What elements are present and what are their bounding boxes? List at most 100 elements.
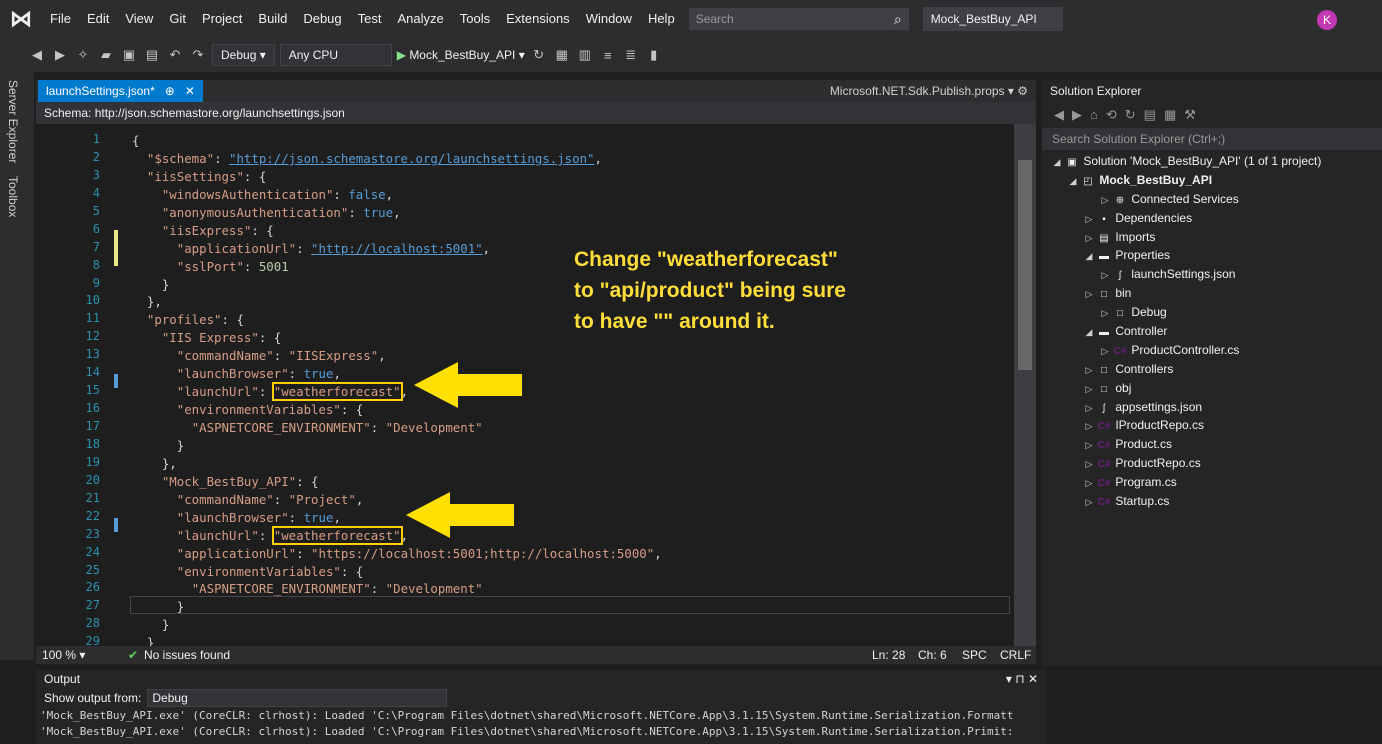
tab-launchsettings[interactable]: launchSettings.json* ⊕ ✕ bbox=[38, 80, 203, 102]
refresh-icon[interactable]: ↻ bbox=[1125, 102, 1136, 128]
solution-tree-item[interactable]: ▷ C# IProductRepo.cs bbox=[1042, 416, 1382, 435]
expander-icon[interactable]: ▷ bbox=[1082, 285, 1096, 304]
panel-controls-icon[interactable]: ▾ ⊓ ✕ bbox=[1006, 670, 1038, 688]
solution-tree-item[interactable]: ▷ C# Startup.cs bbox=[1042, 492, 1382, 511]
solution-tree-item[interactable]: ▷ ∫ appsettings.json bbox=[1042, 398, 1382, 417]
run-button[interactable]: ▶ Mock_BestBuy_API ▾ bbox=[397, 48, 525, 62]
line-number: 13 bbox=[85, 347, 100, 362]
vertical-scrollbar[interactable] bbox=[1014, 124, 1036, 646]
expander-icon[interactable]: ▷ bbox=[1082, 493, 1096, 512]
solution-tree-item[interactable]: ▷ C# Product.cs bbox=[1042, 435, 1382, 454]
menu-build[interactable]: Build bbox=[250, 0, 295, 38]
expander-icon[interactable]: ◢ bbox=[1050, 153, 1064, 172]
collapse-icon[interactable]: ▤ bbox=[1144, 102, 1156, 128]
back-icon[interactable]: ◀ bbox=[28, 47, 46, 63]
line-number: 21 bbox=[85, 490, 100, 505]
toolbar-icon-b[interactable]: ▥ bbox=[576, 47, 594, 63]
platform-select[interactable]: Any CPU bbox=[279, 44, 392, 66]
server-explorer-tab[interactable]: Server Explorer bbox=[6, 80, 20, 163]
code-line: "launchBrowser": true, bbox=[176, 366, 341, 382]
code-editor[interactable]: 1 2 3 4 5 6 7 8 9 10 11 12 13 14 15 16 1… bbox=[36, 124, 1036, 646]
menu-window[interactable]: Window bbox=[578, 0, 640, 38]
expander-icon[interactable]: ▷ bbox=[1082, 455, 1096, 474]
menu-help[interactable]: Help bbox=[640, 0, 683, 38]
output-source-select[interactable]: Debug bbox=[147, 689, 448, 707]
menu-edit[interactable]: Edit bbox=[79, 0, 117, 38]
expander-icon[interactable]: ◢ bbox=[1066, 172, 1080, 191]
menu-test[interactable]: Test bbox=[350, 0, 390, 38]
expander-icon[interactable]: ◢ bbox=[1082, 247, 1096, 266]
toolbar-icon-d[interactable]: ≣ bbox=[622, 47, 640, 63]
solution-tree-item[interactable]: ▷ C# ProductRepo.cs bbox=[1042, 454, 1382, 473]
menu-analyze[interactable]: Analyze bbox=[389, 0, 451, 38]
expander-icon[interactable]: ▷ bbox=[1082, 417, 1096, 436]
expander-icon[interactable]: ▷ bbox=[1082, 474, 1096, 493]
menu-debug[interactable]: Debug bbox=[295, 0, 349, 38]
solution-tree-item[interactable]: ▷ C# Program.cs bbox=[1042, 473, 1382, 492]
zoom-level[interactable]: 100 % ▾ bbox=[42, 646, 85, 664]
solution-tree-item[interactable]: ▷ □ bin bbox=[1042, 284, 1382, 303]
expander-icon[interactable]: ▷ bbox=[1098, 266, 1112, 285]
sync-icon[interactable]: ⟲ bbox=[1106, 102, 1117, 128]
expander-icon[interactable]: ▷ bbox=[1082, 229, 1096, 248]
search-box[interactable]: Search ⌕ bbox=[688, 8, 909, 30]
open-folder-icon[interactable]: ▰ bbox=[97, 47, 115, 63]
save-all-icon[interactable]: ▤ bbox=[143, 47, 161, 63]
configuration-select[interactable]: Debug ▾ bbox=[212, 44, 275, 66]
hot-reload-icon[interactable]: ↻ bbox=[530, 47, 548, 63]
solution-tree-item[interactable]: ◢ ▬ Controller bbox=[1042, 322, 1382, 341]
menu-file[interactable]: File bbox=[42, 0, 79, 38]
solution-tree-item[interactable]: ◢ ▣ Solution 'Mock_BestBuy_API' (1 of 1 p… bbox=[1042, 152, 1382, 171]
menu-view[interactable]: View bbox=[117, 0, 161, 38]
close-icon[interactable]: ✕ bbox=[185, 80, 195, 102]
save-icon[interactable]: ▣ bbox=[120, 47, 138, 63]
home-icon[interactable]: ⌂ bbox=[1090, 102, 1098, 128]
tree-item-label: Connected Services bbox=[1131, 191, 1239, 206]
solution-tree-item[interactable]: ▷ □ obj bbox=[1042, 379, 1382, 398]
menu-git[interactable]: Git bbox=[161, 0, 194, 38]
expander-icon[interactable]: ▷ bbox=[1082, 436, 1096, 455]
undo-icon[interactable]: ↶ bbox=[166, 47, 184, 63]
tree-item-label: Solution 'Mock_BestBuy_API' (1 of 1 proj… bbox=[1083, 154, 1322, 168]
solution-tree-item[interactable]: ▷ ▤ Imports bbox=[1042, 228, 1382, 247]
issues-status[interactable]: No issues found bbox=[144, 646, 230, 664]
solution-tree-item[interactable]: ◢ ▬ Properties bbox=[1042, 246, 1382, 265]
toolbox-tab[interactable]: Toolbox bbox=[6, 176, 20, 217]
schema-selector[interactable]: Schema: http://json.schemastore.org/laun… bbox=[36, 102, 1036, 124]
line-number: 10 bbox=[85, 293, 100, 308]
redo-icon[interactable]: ↷ bbox=[189, 47, 207, 63]
expander-icon[interactable]: ▷ bbox=[1082, 361, 1096, 380]
solution-tree-item[interactable]: ▷ ∫ launchSettings.json bbox=[1042, 265, 1382, 284]
solution-search-input[interactable]: Search Solution Explorer (Ctrl+;) bbox=[1042, 128, 1382, 150]
solution-tree-item[interactable]: ▷ □ Controllers bbox=[1042, 360, 1382, 379]
menu-project[interactable]: Project bbox=[194, 0, 250, 38]
bookmark-icon[interactable]: ▮ bbox=[645, 47, 663, 63]
forward-icon[interactable]: ▶ bbox=[1072, 102, 1082, 128]
menu-extensions[interactable]: Extensions bbox=[498, 0, 578, 38]
solution-tree-item[interactable]: ▷ C# ProductController.cs bbox=[1042, 341, 1382, 360]
properties-icon[interactable]: ⚒ bbox=[1184, 102, 1196, 128]
expander-icon[interactable]: ▷ bbox=[1098, 342, 1112, 361]
scrollbar-thumb[interactable] bbox=[1018, 160, 1032, 370]
solution-tree-item[interactable]: ◢ ◰ Mock_BestBuy_API bbox=[1042, 171, 1382, 190]
expander-icon[interactable]: ▷ bbox=[1082, 399, 1096, 418]
pin-icon[interactable]: ⊕ bbox=[165, 80, 175, 102]
show-all-icon[interactable]: ▦ bbox=[1164, 102, 1176, 128]
expander-icon[interactable]: ▷ bbox=[1098, 304, 1112, 323]
solution-tree-item[interactable]: ▷ ⊕ Connected Services bbox=[1042, 190, 1382, 209]
tab-publish-props[interactable]: Microsoft.NET.Sdk.Publish.props ▾ ⚙ bbox=[830, 80, 1028, 102]
toolbar-icon-c[interactable]: ≡ bbox=[599, 48, 617, 63]
expander-icon[interactable]: ◢ bbox=[1082, 323, 1096, 342]
toolbar-icon-a[interactable]: ▦ bbox=[553, 47, 571, 63]
side-tool-strip: Server Explorer Toolbox bbox=[0, 72, 34, 660]
new-project-icon[interactable]: ✧ bbox=[74, 47, 92, 63]
expander-icon[interactable]: ▷ bbox=[1082, 380, 1096, 399]
forward-icon[interactable]: ▶ bbox=[51, 47, 69, 63]
solution-tree-item[interactable]: ▷ □ Debug bbox=[1042, 303, 1382, 322]
expander-icon[interactable]: ▷ bbox=[1082, 210, 1096, 229]
solution-tree-item[interactable]: ▷ ▪ Dependencies bbox=[1042, 209, 1382, 228]
back-icon[interactable]: ◀ bbox=[1054, 102, 1064, 128]
expander-icon[interactable]: ▷ bbox=[1098, 191, 1112, 210]
menu-tools[interactable]: Tools bbox=[452, 0, 498, 38]
avatar[interactable]: K bbox=[1317, 10, 1337, 30]
